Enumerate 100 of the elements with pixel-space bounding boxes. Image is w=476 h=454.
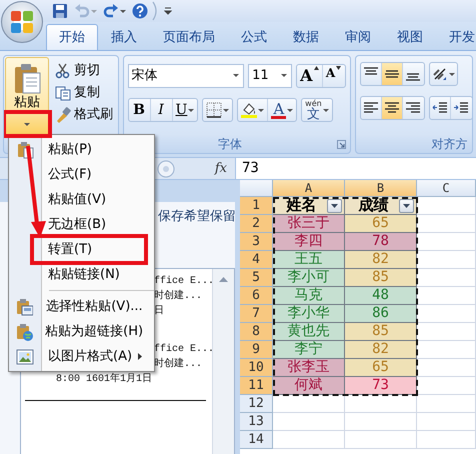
paste-button[interactable]: 粘贴 xyxy=(5,57,49,113)
grow-font-button[interactable]: A xyxy=(297,65,323,87)
row-header[interactable]: 10 xyxy=(240,359,273,377)
shrink-font-button[interactable]: A xyxy=(322,65,345,87)
dialog-launcher-button[interactable] xyxy=(336,140,346,149)
align-center-button[interactable] xyxy=(382,97,403,119)
filter-button[interactable] xyxy=(327,199,342,213)
ribbon-tab[interactable]: 页面布局 xyxy=(150,24,228,50)
menu-item[interactable]: 公式(F) xyxy=(9,162,154,187)
table-cell xyxy=(417,413,476,431)
column-header[interactable]: B xyxy=(345,180,417,197)
table-cell xyxy=(417,215,476,233)
menu-item[interactable]: 粘贴为超链接(H) xyxy=(9,319,154,344)
copy-button[interactable]: 复制 xyxy=(53,82,115,104)
ribbon-tab[interactable]: 开始 xyxy=(46,24,98,50)
table-cell: 85 xyxy=(345,269,417,287)
table-cell xyxy=(417,323,476,341)
align-middle-button[interactable] xyxy=(382,63,403,85)
undo-icon xyxy=(74,3,90,19)
ribbon-tab[interactable]: 审阅 xyxy=(332,24,384,50)
table-cell: 85 xyxy=(345,323,417,341)
filter-button[interactable] xyxy=(399,199,414,213)
table-cell xyxy=(417,287,476,305)
italic-button[interactable]: I xyxy=(150,99,172,121)
insert-function-button[interactable]: fx xyxy=(175,160,235,176)
table-cell: 成绩 xyxy=(345,197,417,215)
menu-item[interactable]: 转置(T) xyxy=(9,237,154,262)
text-angle-icon xyxy=(432,66,448,82)
table-cell xyxy=(273,413,345,431)
caret-icon xyxy=(448,72,455,76)
table-cell: 马克 xyxy=(273,287,345,305)
ribbon-tab[interactable]: 插入 xyxy=(98,24,150,50)
ribbon-tab[interactable]: 开发 xyxy=(436,24,476,50)
table-cell: 李小可 xyxy=(273,269,345,287)
caret-icon xyxy=(24,122,30,126)
globe-clipboard-icon xyxy=(14,322,33,340)
row-header[interactable]: 6 xyxy=(240,287,273,305)
launcher-icon xyxy=(336,140,346,149)
menu-item[interactable]: 以图片格式(A) xyxy=(9,344,154,369)
table-cell xyxy=(345,395,417,413)
table-cell xyxy=(417,197,476,215)
clipboard-item-text: ffice E... xyxy=(154,274,214,289)
table-cell: 姓名 xyxy=(273,197,345,215)
row-header[interactable]: 4 xyxy=(240,251,273,269)
borders-icon xyxy=(206,102,222,118)
phonetic-button[interactable]: wén 文 xyxy=(302,99,332,121)
outdent-button[interactable] xyxy=(430,97,451,119)
column-header[interactable]: A xyxy=(273,180,345,197)
row-header[interactable]: 1 xyxy=(240,197,273,215)
cut-button[interactable]: 剪切 xyxy=(53,60,115,82)
table-cell: 73 xyxy=(345,377,417,395)
menu-item[interactable]: 粘贴值(V) xyxy=(9,187,154,212)
table-cell: 王五 xyxy=(273,251,345,269)
menu-item[interactable]: 选择性粘贴(V)... xyxy=(9,294,154,319)
table-cell: 何斌 xyxy=(273,377,345,395)
row-header[interactable]: 7 xyxy=(240,305,273,323)
formula-field[interactable]: 73 xyxy=(235,158,476,179)
table-cell xyxy=(345,413,417,431)
down-caret-icon xyxy=(336,66,342,70)
menu-item[interactable]: 无边框(B) xyxy=(9,212,154,237)
ribbon-tab[interactable]: 数据 xyxy=(280,24,332,50)
bold-button[interactable]: B xyxy=(128,99,150,121)
table-cell xyxy=(417,377,476,395)
fill-bucket-icon xyxy=(241,102,258,118)
menu-item[interactable]: 粘贴链接(N) xyxy=(9,262,154,287)
row-header[interactable]: 3 xyxy=(240,233,273,251)
row-header[interactable]: 13 xyxy=(240,413,273,431)
caret-icon xyxy=(233,74,240,78)
scrollbar[interactable] xyxy=(212,269,234,454)
align-top-icon xyxy=(364,67,378,75)
pane-text: 保存希望保留 xyxy=(158,209,236,225)
table-cell xyxy=(417,359,476,377)
brush-icon xyxy=(55,107,71,123)
underline-button[interactable]: U xyxy=(172,99,198,121)
column-header[interactable]: C xyxy=(417,180,476,197)
menu-item[interactable]: 粘贴(P) xyxy=(9,137,154,162)
table-cell: 82 xyxy=(345,251,417,269)
help-button[interactable] xyxy=(130,1,150,21)
row-header[interactable]: 12 xyxy=(240,395,273,413)
row-header[interactable]: 9 xyxy=(240,341,273,359)
scroll-up-icon[interactable] xyxy=(219,277,228,282)
table-cell: 张三于 xyxy=(273,215,345,233)
row-header[interactable]: 2 xyxy=(240,215,273,233)
caret-icon xyxy=(287,108,294,112)
ribbon-tab[interactable]: 公式 xyxy=(228,24,280,50)
group-label: 对齐方 xyxy=(432,137,468,151)
ribbon-tab[interactable]: 视图 xyxy=(384,24,436,50)
clipboard-item-text: ffice E... xyxy=(154,342,214,357)
row-header[interactable]: 5 xyxy=(240,269,273,287)
caret-icon xyxy=(281,74,288,78)
font-name-field[interactable]: 宋体 xyxy=(128,64,244,88)
font-size-field[interactable]: 11 xyxy=(248,64,292,88)
table-cell xyxy=(273,431,345,449)
group-label: 字体 xyxy=(217,136,243,153)
row-header[interactable]: 8 xyxy=(240,323,273,341)
row-header[interactable]: 14 xyxy=(240,431,273,449)
save-button[interactable] xyxy=(50,1,70,21)
fill-color-button[interactable] xyxy=(238,99,268,121)
row-header[interactable]: 11 xyxy=(240,377,273,395)
format-painter-button[interactable]: 格式刷 xyxy=(53,104,115,126)
